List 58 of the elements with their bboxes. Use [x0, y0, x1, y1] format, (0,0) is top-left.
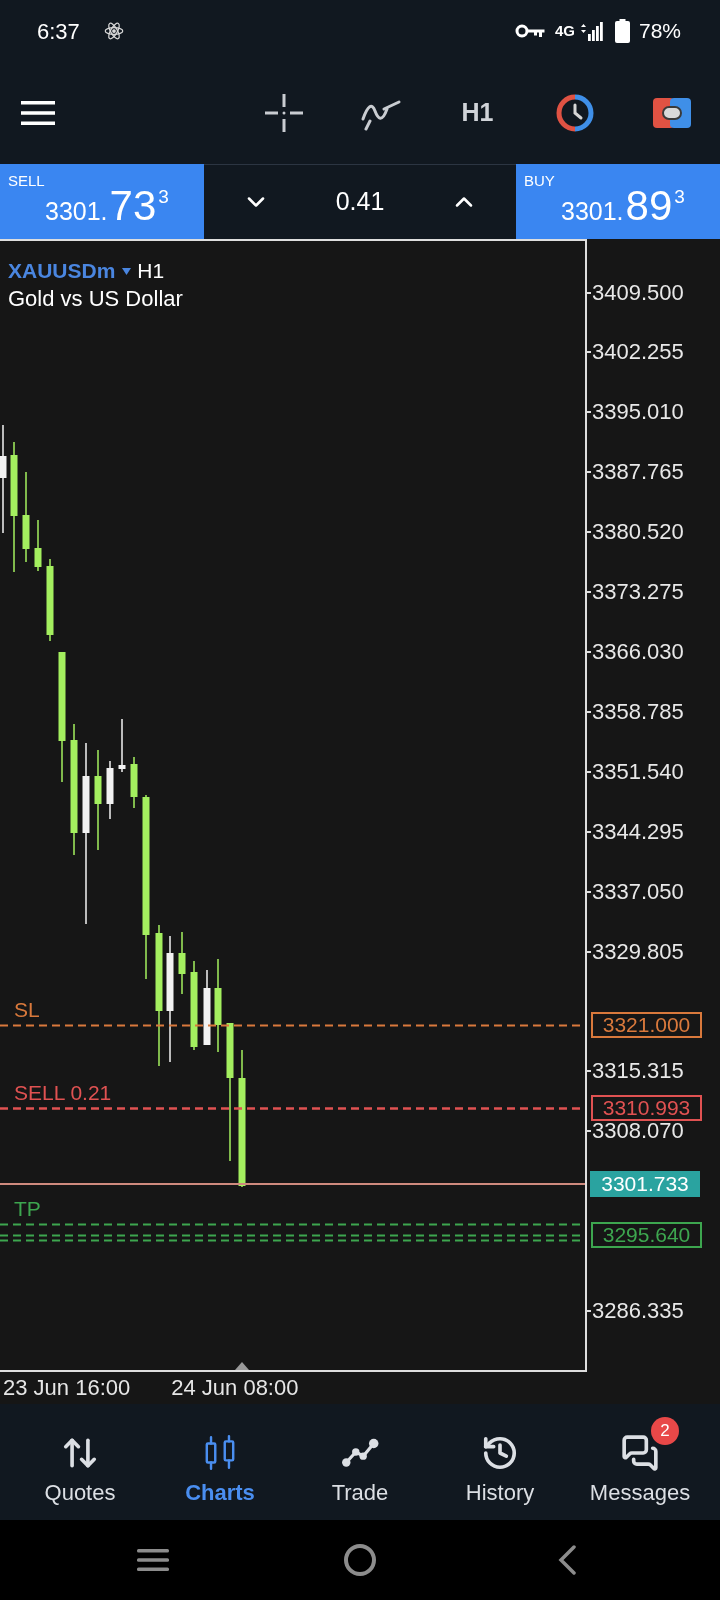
price-axis-label: 3351.540: [592, 760, 684, 783]
history-icon: [481, 1434, 519, 1472]
triangle-marker-icon: [235, 1362, 249, 1370]
chevron-left-icon[interactable]: [558, 1545, 577, 1575]
network-type: 4G: [554, 20, 575, 41]
price-axis-label: 3366.030: [592, 641, 684, 663]
notification-badge: 2: [651, 1417, 679, 1445]
price-axis-label: 3373.275: [592, 581, 684, 604]
nav-tab[interactable]: Charts: [150, 1404, 290, 1520]
battery-level: 78%: [638, 18, 681, 45]
chat-bubbles-icon: [621, 1434, 659, 1472]
status-time: 6:37: [37, 17, 80, 46]
price-axis-label: 3315.315: [592, 1060, 684, 1083]
timeframe-button[interactable]: H1: [429, 83, 526, 143]
candle: [118, 719, 126, 772]
caret-down-icon: [122, 267, 132, 275]
split-tile-icon: [652, 98, 691, 128]
price-axis-label: 3395.010: [592, 401, 684, 424]
order-line-label: TP: [14, 1196, 41, 1222]
nav-tab[interactable]: Trade: [290, 1404, 430, 1520]
signal-icon: [580, 21, 603, 41]
volume-field[interactable]: 0.41: [335, 183, 385, 221]
circle-icon[interactable]: [344, 1544, 376, 1576]
menu-icon[interactable]: [136, 1549, 169, 1571]
order-line-label: SELL 0.21: [14, 1080, 112, 1106]
key-icon: [514, 24, 545, 38]
battery-icon: [614, 19, 630, 43]
nav-tab[interactable]: History: [430, 1404, 570, 1520]
price-axis-label: 3308.070: [592, 1120, 684, 1143]
price-axis-label: 3358.785: [592, 700, 684, 723]
price-tag: 3295.640: [591, 1222, 702, 1248]
price-tag: 3310.993: [591, 1095, 702, 1121]
price-axis-label: 3286.335: [592, 1300, 684, 1323]
time-axis-label: 24 Jun 08:00: [171, 1375, 299, 1401]
candle: [178, 932, 186, 994]
timeframe-label: H1: [137, 258, 165, 284]
nav-tab[interactable]: Messages 2: [570, 1404, 710, 1520]
current-price-tag: 3301.733: [590, 1171, 700, 1197]
price-tag: 3321.000: [591, 1012, 702, 1038]
price-axis-label: 3344.295: [592, 820, 684, 843]
clock-icon: [555, 94, 594, 132]
symbol-description: Gold vs US Dollar: [8, 285, 183, 313]
nav-tab[interactable]: Quotes: [10, 1404, 150, 1520]
menu-icon: [21, 101, 55, 125]
symbol-dropdown[interactable]: XAUUSDm: [8, 257, 132, 285]
price-axis-label: 3337.050: [592, 880, 684, 903]
order-line-label: SL: [14, 997, 40, 1023]
price-axis-label: 3409.500: [592, 281, 684, 304]
crosshair-icon: [264, 94, 303, 132]
time-axis-label: 23 Jun 16:00: [3, 1375, 131, 1401]
price-axis-label: 3402.255: [592, 341, 684, 364]
price-axis-label: 3329.805: [592, 940, 684, 963]
candle: [34, 520, 42, 571]
atom-icon: [103, 21, 124, 41]
price-axis-label: 3380.520: [592, 521, 684, 544]
candle: [106, 761, 114, 819]
price-axis-label: 3387.765: [592, 461, 684, 484]
candle: [130, 757, 138, 808]
